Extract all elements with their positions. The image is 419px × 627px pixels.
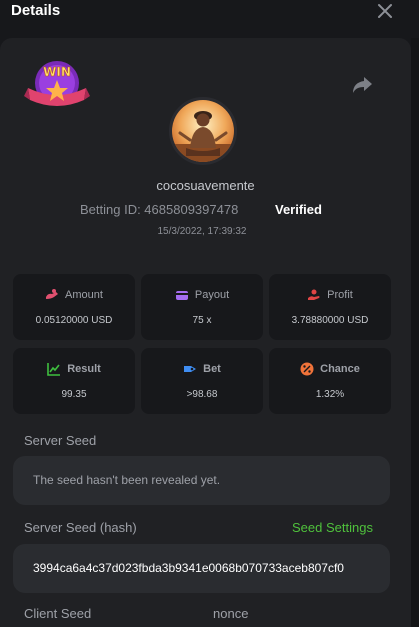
stat-value: 75 x	[192, 315, 212, 326]
win-badge-icon: WIN	[24, 61, 90, 106]
avatar-image	[172, 100, 234, 162]
client-seed-label: Client Seed	[24, 606, 92, 621]
percent-icon	[300, 362, 314, 376]
stat-label: Amount	[65, 289, 103, 301]
hand-coin-icon	[308, 289, 320, 300]
stat-payout: Payout 75 x	[141, 274, 263, 340]
bet-timestamp: 15/3/2022, 17:39:32	[157, 226, 247, 237]
server-seed-field: The seed hasn't been revealed yet.	[13, 456, 390, 505]
modal-header: Details	[0, 0, 419, 38]
badge-text: WIN	[43, 65, 71, 79]
server-seed-hash-label: Server Seed (hash)	[24, 520, 137, 535]
stat-label: Profit	[327, 289, 353, 301]
verified-badge: Verified	[275, 202, 322, 217]
stat-value: 1.32%	[315, 389, 345, 400]
stat-label: Bet	[203, 363, 221, 375]
coins-icon	[46, 289, 59, 299]
stat-label: Payout	[194, 289, 230, 301]
seed-settings-link[interactable]: Seed Settings	[292, 520, 373, 535]
tag-icon	[184, 366, 197, 372]
username: cocosuavemente	[156, 178, 255, 193]
stat-bet: Bet >98.68	[141, 348, 263, 414]
background-strip	[411, 38, 419, 627]
stat-chance: Chance 1.32%	[269, 348, 391, 414]
server-seed-hash-field[interactable]: 3994ca6a4c37d023fbda3b9341e0068b070733ac…	[13, 544, 390, 593]
stat-result: Result 99.35	[13, 348, 135, 414]
trend-icon	[47, 363, 61, 376]
stat-label: Result	[67, 363, 101, 375]
stat-value: 3.78880000 USD	[291, 315, 369, 326]
wallet-icon	[175, 291, 188, 300]
avatar	[169, 97, 237, 165]
stat-label: Chance	[320, 363, 360, 375]
stat-value: 99.35	[61, 389, 87, 400]
stat-amount: Amount 0.05120000 USD	[13, 274, 135, 340]
share-icon[interactable]	[351, 74, 373, 96]
server-seed-label: Server Seed	[24, 433, 97, 448]
stat-profit: Profit 3.78880000 USD	[269, 274, 391, 340]
stat-value: 0.05120000 USD	[35, 315, 113, 326]
modal-title: Details	[11, 2, 61, 19]
betting-id: Betting ID: 4685809397478	[80, 202, 239, 217]
nonce-label: nonce	[213, 606, 249, 621]
stat-value: >98.68	[186, 389, 218, 400]
close-icon[interactable]	[377, 3, 393, 19]
